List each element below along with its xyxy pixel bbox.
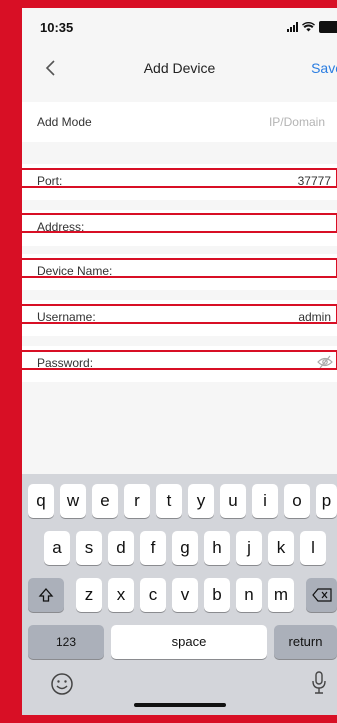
password-highlight: E [22,350,337,370]
key-w[interactable]: w [60,484,86,518]
status-bar: 10:35 [22,8,337,44]
status-icons [287,20,337,34]
username-highlight: D [22,304,337,324]
key-e[interactable]: e [92,484,118,518]
key-l[interactable]: l [300,531,326,565]
shift-icon [38,588,54,602]
signal-icon [287,22,298,32]
microphone-icon[interactable] [310,670,328,696]
home-indicator [134,703,226,707]
device-name-highlight: C [22,258,337,278]
key-d[interactable]: d [108,531,134,565]
key-a[interactable]: a [44,531,70,565]
key-s[interactable]: s [76,531,102,565]
key-x[interactable]: x [108,578,134,612]
emoji-icon[interactable] [50,672,74,696]
shift-key[interactable] [28,578,64,612]
key-v[interactable]: v [172,578,198,612]
frame-top [0,0,337,8]
key-c[interactable]: c [140,578,166,612]
key-z[interactable]: z [76,578,102,612]
key-f[interactable]: f [140,531,166,565]
add-mode-row[interactable]: Add Mode IP/Domain [22,102,337,142]
key-g[interactable]: g [172,531,198,565]
backspace-icon [311,588,332,602]
keyboard: q w e r t y u i o p a s d f g h j k l z … [22,474,337,715]
battery-icon [319,21,337,33]
key-i[interactable]: i [252,484,278,518]
key-n[interactable]: n [236,578,262,612]
status-time: 10:35 [40,20,74,35]
key-b[interactable]: b [204,578,230,612]
wifi-icon [302,22,315,32]
save-button[interactable]: Save [311,60,337,76]
key-m[interactable]: m [268,578,294,612]
add-mode-label: Add Mode [37,115,92,129]
key-q[interactable]: q [28,484,54,518]
frame-left [0,0,22,723]
phone-screen: 10:35 Add Device Save Add Mode IP/Domain… [22,8,337,715]
nav-bar: Add Device Save [22,48,337,88]
key-y[interactable]: y [188,484,214,518]
page-title: Add Device [143,60,216,76]
key-h[interactable]: h [204,531,230,565]
key-p[interactable]: p [316,484,337,518]
add-mode-value: IP/Domain [268,115,325,129]
port-highlight: A [22,168,337,188]
return-key[interactable]: return [274,625,337,659]
key-r[interactable]: r [124,484,150,518]
key-u[interactable]: u [220,484,246,518]
key-k[interactable]: k [268,531,294,565]
numbers-key[interactable]: 123 [28,625,104,659]
delete-key[interactable] [306,578,337,612]
address-highlight: B [22,213,337,233]
key-j[interactable]: j [236,531,262,565]
key-t[interactable]: t [156,484,182,518]
frame-bottom [0,715,337,723]
space-key[interactable]: space [111,625,267,659]
key-o[interactable]: o [284,484,310,518]
